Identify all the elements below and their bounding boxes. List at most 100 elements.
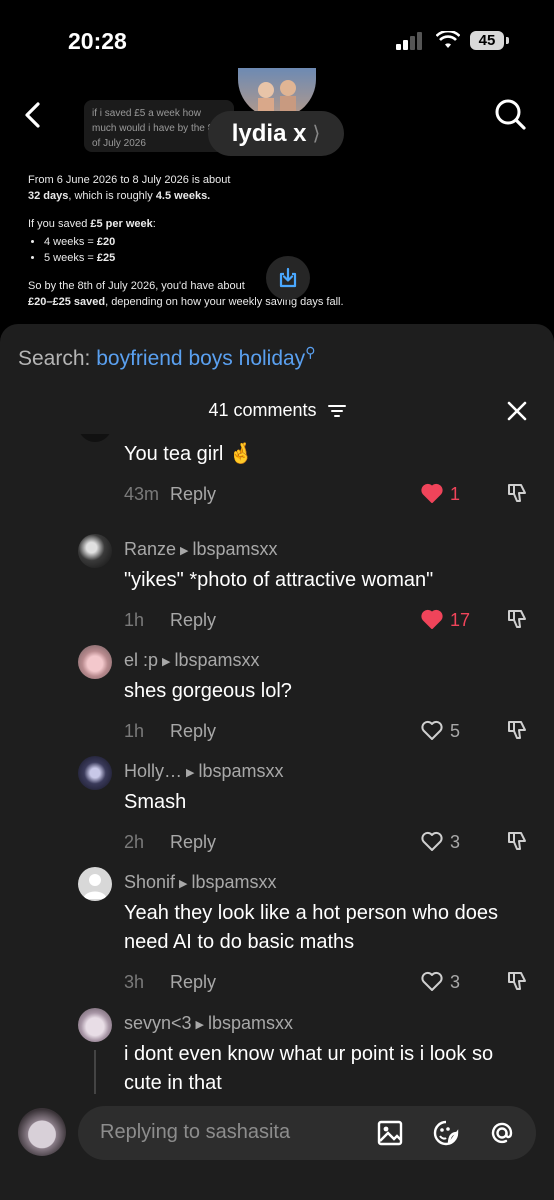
comment-age: 3h	[124, 972, 145, 992]
replying-to-user[interactable]: lbspamsxx	[192, 872, 277, 892]
comment-count: 41 comments	[208, 400, 317, 420]
emoji-icon[interactable]	[432, 1119, 460, 1147]
replying-to-user[interactable]: lbspamsxx	[198, 761, 283, 781]
comment-list[interactable]: sashasitaYou tea girl 🤞43mReply1Ranze▶lb…	[0, 434, 554, 1094]
heart-icon[interactable]	[420, 969, 444, 993]
comment-username[interactable]: Holly…	[124, 761, 182, 781]
reply-button[interactable]: Reply	[170, 832, 216, 853]
comment-age: 2h	[124, 832, 145, 852]
dislike-icon[interactable]	[506, 718, 530, 742]
answer-bullets: 4 weeks = £20 5 weeks = £25	[28, 234, 358, 266]
username: lydia x	[231, 119, 307, 147]
bullet-item: 5 weeks = £25	[44, 250, 358, 266]
comment-item: Shonif ▶ lbspamsxx Yeah they look like a ho…	[0, 867, 554, 1015]
close-icon[interactable]	[506, 400, 528, 422]
search-icon[interactable]	[492, 96, 528, 132]
comment-footer: 1h Reply 5	[124, 718, 544, 746]
answer-paragraph-2: If you saved £5 per week:	[28, 218, 156, 230]
comment-meta: Shonif ▶ lbspamsxx	[124, 872, 277, 893]
like-count: 3	[450, 972, 461, 992]
reply-button[interactable]: Reply	[170, 972, 216, 993]
current-user-avatar	[18, 1108, 66, 1156]
comment-text: Yeah they look like a hot person who doe…	[124, 902, 498, 953]
download-button[interactable]	[266, 256, 310, 300]
back-arrow-icon[interactable]	[16, 98, 50, 132]
comment-meta: Ranze ▶ lbspamsxx	[124, 539, 278, 560]
dislike-icon[interactable]	[506, 829, 530, 853]
comment-item: Ranze ▶ lbspamsxx "yikes" *photo of attract…	[0, 534, 554, 653]
heart-icon[interactable]	[420, 481, 444, 505]
comment-username[interactable]: el :p	[124, 650, 158, 670]
comment-footer: 1h Reply 17	[124, 607, 544, 635]
comment-footer: 2h Reply 3	[124, 829, 544, 857]
comment-text: i dont even know what ur point is i look…	[124, 1043, 494, 1094]
comment-item: sevyn<3 ▶ lbspamsxx i dont even know what u…	[0, 1008, 554, 1094]
comment-age: 1h	[124, 610, 145, 630]
reply-placeholder: Replying to sashasita	[100, 1121, 291, 1143]
like-count: 3	[450, 832, 461, 852]
reply-arrow-icon: ▶	[186, 766, 195, 779]
battery-indicator: 45	[470, 31, 509, 50]
comments-header: 41 comments	[0, 400, 554, 421]
mention-icon[interactable]	[488, 1119, 516, 1147]
comment-avatar[interactable]	[78, 756, 112, 790]
comment-text: shes gorgeous lol?	[124, 680, 292, 702]
image-icon[interactable]	[376, 1119, 404, 1147]
comment-item: Holly… ▶ lbspamsxx Smash 2h Reply 3	[0, 756, 554, 875]
replying-to-user[interactable]: lbspamsxx	[175, 650, 260, 670]
thread-line	[94, 1050, 96, 1094]
heart-icon[interactable]	[420, 607, 444, 631]
comment-text: "yikes" *photo of attractive woman"	[124, 569, 434, 591]
like-count: 5	[450, 721, 461, 741]
comment-avatar[interactable]	[78, 434, 112, 442]
answer-paragraph-1: From 6 June 2026 to 8 July 2026 is about…	[28, 174, 231, 202]
reply-button[interactable]: Reply	[170, 610, 216, 631]
filter-icon[interactable]	[327, 404, 346, 418]
comment-avatar[interactable]	[78, 645, 112, 679]
comment-username[interactable]: Shonif	[124, 872, 175, 892]
comment-avatar[interactable]	[78, 867, 112, 901]
comment-text: Smash	[124, 791, 187, 813]
reply-input[interactable]: Replying to sashasita	[78, 1106, 536, 1160]
comment-meta: el :p ▶ lbspamsxx	[124, 650, 260, 671]
status-time: 20:28	[68, 28, 127, 54]
comment-item: el :p ▶ lbspamsxx shes gorgeous lol? 1h Reply…	[0, 645, 554, 764]
comment-meta: Holly… ▶ lbspamsxx	[124, 761, 284, 782]
reply-button[interactable]: Reply	[170, 484, 216, 505]
chevron-right-icon: ⟩	[312, 123, 321, 145]
comment-avatar[interactable]	[78, 534, 112, 568]
reply-arrow-icon: ▶	[180, 544, 189, 557]
reply-button[interactable]: Reply	[170, 721, 216, 742]
username-pill[interactable]: lydia x ⟩	[208, 111, 344, 156]
reply-arrow-icon: ▶	[195, 1018, 205, 1031]
dislike-icon[interactable]	[506, 481, 530, 505]
comment-age: 1h	[124, 721, 145, 741]
comment-username[interactable]: sevyn<3	[124, 1013, 192, 1033]
like-count: 1	[450, 484, 461, 504]
download-icon	[279, 267, 297, 288]
comment-footer: 43m Reply 1	[124, 481, 544, 509]
related-search[interactable]: Search: boyfriend boys holiday⚲	[18, 344, 315, 371]
dislike-icon[interactable]	[506, 969, 530, 993]
bullet-item: 4 weeks = £20	[44, 234, 358, 250]
dislike-icon[interactable]	[506, 607, 530, 631]
replying-to-user[interactable]: lbspamsxx	[193, 539, 278, 559]
comment-username[interactable]: Ranze	[124, 539, 176, 559]
comment-avatar[interactable]	[78, 1008, 112, 1042]
comments-sheet: Search: boyfriend boys holiday⚲ 41 comme…	[0, 324, 554, 1200]
reply-arrow-icon: ▶	[162, 655, 171, 668]
like-count: 17	[450, 610, 471, 630]
comment-age: 43m	[124, 484, 160, 504]
heart-icon[interactable]	[420, 829, 444, 853]
comment-meta: sevyn<3 ▶ lbspamsxx	[124, 1013, 293, 1034]
comment-item: sashasitaYou tea girl 🤞43mReply1	[0, 434, 554, 527]
ai-answer: From 6 June 2026 to 8 July 2026 is about…	[28, 172, 358, 322]
comment-text: You tea girl 🤞	[124, 443, 254, 465]
reply-bar: Replying to sashasita	[0, 1094, 554, 1200]
signal-icon	[396, 32, 424, 50]
search-small-icon: ⚲	[305, 344, 316, 360]
replying-to-user[interactable]: lbspamsxx	[208, 1013, 293, 1033]
heart-icon[interactable]	[420, 718, 444, 742]
search-query-link[interactable]: boyfriend boys holiday	[96, 347, 305, 370]
comment-footer: 3h Reply 3	[124, 969, 544, 997]
